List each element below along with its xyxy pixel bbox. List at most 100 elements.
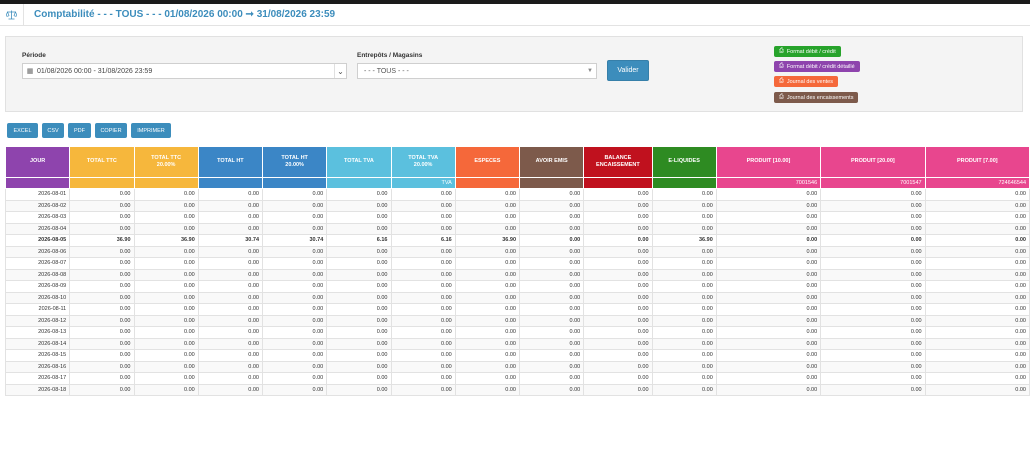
column-header[interactable]: ESPECES xyxy=(454,146,521,178)
period-input[interactable]: ▦ 01/08/2026 00:00 - 31/08/2026 23:59 ⌄ xyxy=(22,63,347,79)
column-header[interactable]: PRODUIT [10.00] xyxy=(715,146,822,178)
value-cell: 0.00 xyxy=(69,360,135,373)
value-cell: 0.00 xyxy=(133,188,199,201)
column-header[interactable]: AVOIR EMIS xyxy=(518,146,585,178)
column-subheader-cell xyxy=(518,177,585,189)
column-header[interactable]: PRODUIT [7.00] xyxy=(924,146,1030,178)
value-cell: 0.00 xyxy=(651,257,717,270)
value-cell: 0.00 xyxy=(583,211,653,224)
value-cell: 0.00 xyxy=(583,383,653,396)
table-row: 2026-08-14 0.00 0.00 0.00 0.00 0.00 0.00 0.00 0.… xyxy=(4,337,1030,350)
value-cell: 0.00 xyxy=(715,360,822,373)
date-cell: 2026-08-03 xyxy=(4,211,71,224)
period-label: Période xyxy=(22,52,46,59)
column-header-title: PRODUIT [20.00] xyxy=(851,158,895,165)
date-cell: 2026-08-11 xyxy=(4,303,71,316)
date-cell: 2026-08-13 xyxy=(4,326,71,339)
value-cell: 0.00 xyxy=(715,199,822,212)
value-cell: 0.00 xyxy=(133,222,199,235)
value-cell: 0.00 xyxy=(454,303,521,316)
export-csv-button[interactable]: CSV xyxy=(42,123,64,138)
export-excel-button[interactable]: EXCEL xyxy=(7,123,38,138)
column-header[interactable]: BALANCE ENCAISSEMENT xyxy=(583,146,653,178)
value-cell: 0.00 xyxy=(454,280,521,293)
value-cell: 0.00 xyxy=(715,234,822,247)
value-cell: 0.00 xyxy=(69,383,135,396)
value-cell: 0.00 xyxy=(454,188,521,201)
value-cell: 36.90 xyxy=(69,234,135,247)
store-select[interactable]: - - - TOUS - - - ▼ xyxy=(357,63,597,79)
value-cell: 0.00 xyxy=(69,199,135,212)
column-header[interactable]: TOTAL TTC xyxy=(69,146,135,178)
column-header[interactable]: TOTAL TVA 20.00% xyxy=(390,146,456,178)
value-cell: 0.00 xyxy=(133,303,199,316)
value-cell: 0.00 xyxy=(390,188,456,201)
column-header[interactable]: TOTAL TTC 20.00% xyxy=(133,146,199,178)
value-cell: 0.00 xyxy=(326,199,392,212)
column-header[interactable]: JOUR xyxy=(4,146,71,178)
date-cell: 2026-08-06 xyxy=(4,245,71,258)
column-header[interactable]: PRODUIT [20.00] xyxy=(820,146,926,178)
value-cell: 0.00 xyxy=(518,245,585,258)
value-cell: 0.00 xyxy=(583,222,653,235)
date-cell: 2026-08-16 xyxy=(4,360,71,373)
value-cell: 0.00 xyxy=(454,222,521,235)
period-value: 01/08/2026 00:00 - 31/08/2026 23:59 xyxy=(37,67,153,75)
value-cell: 0.00 xyxy=(715,268,822,281)
value-cell: 0.00 xyxy=(326,257,392,270)
value-cell: 0.00 xyxy=(820,360,926,373)
table-row: 2026-08-04 0.00 0.00 0.00 0.00 0.00 0.00 0.00 0.… xyxy=(4,222,1030,235)
column-subheader-cell: 7001547 xyxy=(820,177,926,189)
column-subheader-cell xyxy=(197,177,264,189)
value-cell: 0.00 xyxy=(69,222,135,235)
value-cell: 0.00 xyxy=(651,372,717,385)
value-cell: 0.00 xyxy=(651,303,717,316)
value-cell: 0.00 xyxy=(390,372,456,385)
table-row: 2026-08-02 0.00 0.00 0.00 0.00 0.00 0.00 0.00 0.… xyxy=(4,199,1030,212)
export-pdf-button[interactable]: PDF xyxy=(68,123,91,138)
value-cell: 0.00 xyxy=(454,245,521,258)
column-header-title: TOTAL TVA xyxy=(343,158,374,165)
value-cell: 0.00 xyxy=(454,291,521,304)
chevron-down-icon[interactable]: ⌄ xyxy=(334,64,346,78)
value-cell: 0.00 xyxy=(133,360,199,373)
debit-credit-detailed-report-button[interactable]: ⎙ Format débit / crédit détaillé xyxy=(774,61,860,72)
value-cell: 0.00 xyxy=(715,188,822,201)
print-button[interactable]: IMPRIMER xyxy=(131,123,171,138)
table-row: 2026-08-03 0.00 0.00 0.00 0.00 0.00 0.00 0.00 0.… xyxy=(4,211,1030,224)
value-cell: 0.00 xyxy=(651,280,717,293)
table-row: 2026-08-06 0.00 0.00 0.00 0.00 0.00 0.00 0.00 0.… xyxy=(4,245,1030,258)
print-icon: ⎙ xyxy=(779,78,784,84)
value-cell: 0.00 xyxy=(390,280,456,293)
value-cell: 36.90 xyxy=(454,234,521,247)
value-cell: 0.00 xyxy=(133,383,199,396)
debit-credit-report-button[interactable]: ⎙ Format débit / crédit xyxy=(774,46,841,57)
value-cell: 0.00 xyxy=(133,280,199,293)
value-cell: 0.00 xyxy=(326,383,392,396)
value-cell: 0.00 xyxy=(390,326,456,339)
column-header[interactable]: TOTAL TVA xyxy=(326,146,392,178)
page-title: Comptabilité - - - TOUS - - - 01/08/2026… xyxy=(34,9,336,20)
column-header[interactable]: TOTAL HT 20.00% xyxy=(261,146,328,178)
value-cell: 0.00 xyxy=(651,245,717,258)
column-header[interactable]: TOTAL HT xyxy=(197,146,264,178)
column-header[interactable]: E-LIQUIDES xyxy=(651,146,717,178)
value-cell: 0.00 xyxy=(454,268,521,281)
value-cell: 0.00 xyxy=(69,245,135,258)
column-subheader-cell: 7001546 xyxy=(715,177,822,189)
value-cell: 30.74 xyxy=(261,234,328,247)
value-cell: 0.00 xyxy=(715,372,822,385)
value-cell: 0.00 xyxy=(518,257,585,270)
value-cell: 0.00 xyxy=(583,234,653,247)
print-icon: ⎙ xyxy=(779,48,784,54)
table-row: 2026-08-12 0.00 0.00 0.00 0.00 0.00 0.00 0.00 0.… xyxy=(4,314,1030,327)
value-cell: 0.00 xyxy=(651,211,717,224)
value-cell: 0.00 xyxy=(924,314,1030,327)
copy-button[interactable]: COPIER xyxy=(95,123,127,138)
value-cell: 6.16 xyxy=(326,234,392,247)
sales-journal-button[interactable]: ⎙ Journal des ventes xyxy=(774,76,838,87)
receipts-journal-button[interactable]: ⎙ Journal des encaissements xyxy=(774,92,859,103)
value-cell: 0.00 xyxy=(69,280,135,293)
submit-button[interactable]: Valider xyxy=(607,60,649,81)
table-header-row: JOUR TOTAL TTC TOTAL TTC 20.00% TOTAL HT TOTA… xyxy=(4,146,1030,178)
